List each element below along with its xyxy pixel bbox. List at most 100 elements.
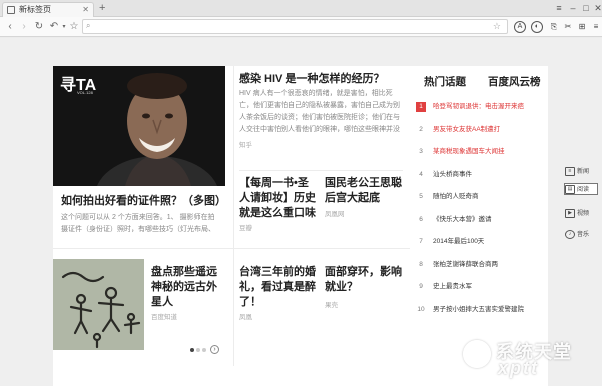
rank-number: 8: [419, 260, 423, 268]
topic-text: 某商税现象遇国车大闻挂: [433, 148, 505, 155]
next-page-button[interactable]: ›: [210, 345, 219, 355]
wang-source[interactable]: 凤凰网: [325, 208, 345, 218]
aliens-title[interactable]: 盘点那些遥远神秘的远古外星人: [151, 265, 223, 310]
list-item[interactable]: 4 汕头桥商事件: [416, 168, 546, 191]
title-bar: 新标签页 ✕ + ≡ – □ ✕: [0, 0, 602, 17]
music-label: 音乐: [577, 232, 590, 238]
list-item[interactable]: 5 随怕的人贬奇商: [416, 190, 546, 213]
grid-icon[interactable]: ⊞: [576, 21, 588, 33]
reload-icon[interactable]: ↻: [33, 20, 45, 34]
hero-image[interactable]: 寻TA VOL.128: [53, 66, 225, 186]
hiv-title[interactable]: 感染 HIV 是一种怎样的经历？: [239, 72, 399, 87]
watermark-logo: [463, 340, 491, 368]
rank-number: 6: [419, 215, 423, 223]
pager-dot[interactable]: [190, 347, 194, 352]
news-feed: 寻TA VOL.128 如何拍出好看的证件照？（多图） 这个问题可以从 2 个方…: [53, 66, 410, 386]
back-icon[interactable]: ‹: [4, 20, 16, 34]
list-item[interactable]: 10 男子按小姐摔大五害实爱警建院: [416, 303, 546, 326]
rank-number: 2: [419, 125, 423, 133]
list-item[interactable]: 7 2014年最后100天: [416, 235, 546, 258]
taiwan-source[interactable]: 凤凰: [239, 311, 252, 321]
read-tool[interactable]: ▤ 阅读: [564, 183, 598, 195]
cave-painting-illustration: [53, 259, 144, 350]
topic-text: 汕头桥商事件: [433, 170, 472, 178]
rank-number: 3: [419, 148, 423, 155]
hot-topics-list: 1 哈登骂韧讽退供：电击渥开来疤 2 男友带女友获AA制遭打 3 某商税现象遇国车大闻…: [416, 100, 546, 325]
topic-text: 男子按小姐摔大五害实爱警建院: [433, 305, 524, 313]
aliens-source[interactable]: 百度知道: [151, 311, 177, 321]
list-item[interactable]: 1 哈登骂韧讽退供：电击渥开来疤: [416, 100, 546, 123]
close-window-icon[interactable]: ✕: [591, 2, 602, 14]
piercing-title[interactable]: 面部穿环，影响就业？: [325, 265, 403, 295]
book-source[interactable]: 豆瓣: [239, 222, 252, 232]
minimize-icon[interactable]: –: [566, 2, 580, 14]
tab-close-icon[interactable]: ✕: [82, 3, 89, 16]
video-icon: ▶: [565, 208, 575, 218]
list-item[interactable]: 3 某商税现象遇国车大闻挂: [416, 145, 546, 168]
hiv-source[interactable]: 知乎: [239, 139, 252, 149]
tab-baidu-ranking[interactable]: 百度风云榜: [488, 74, 541, 89]
forward-icon[interactable]: ›: [18, 20, 30, 34]
topic-text: 张柏芝谢锋薛联合商两: [433, 260, 498, 268]
piercing-source[interactable]: 果壳: [325, 299, 338, 309]
video-label: 视频: [577, 211, 590, 217]
topic-text: 2014年最后100天: [433, 238, 485, 245]
video-tool[interactable]: ▶ 视频: [565, 208, 599, 220]
list-item[interactable]: 2 男友带女友获AA制遭打: [416, 123, 546, 146]
new-tab-page: 寻TA VOL.128 如何拍出好看的证件照？（多图） 这个问题可以从 2 个方…: [0, 38, 602, 386]
ad-block-icon[interactable]: A: [514, 21, 526, 33]
address-bar[interactable]: ⌕ ☆: [82, 19, 508, 37]
more-icon[interactable]: ≡: [590, 21, 602, 33]
carousel-pager: ›: [190, 341, 219, 355]
compass-icon[interactable]: ◐: [531, 21, 543, 33]
taiwan-title[interactable]: 台湾三年前的婚礼，看过真是醉了！: [239, 265, 317, 310]
pager-dot[interactable]: [202, 347, 206, 352]
search-icon: ⌕: [86, 21, 91, 30]
scissors-icon[interactable]: ✂: [562, 21, 574, 33]
pager-dot[interactable]: [196, 347, 200, 352]
topic-text: 随怕的人贬奇商: [433, 193, 479, 200]
news-tool[interactable]: ≡ 新闻: [565, 166, 599, 178]
tab-hot-topics[interactable]: 热门话题: [424, 74, 466, 89]
news-icon: ≡: [565, 166, 575, 176]
topic-text: 史上最贵水军: [433, 283, 472, 290]
page-icon: [7, 6, 15, 14]
tab-title: 新标签页: [19, 5, 51, 14]
rank-number: 10: [417, 305, 425, 313]
watermark-subtitle: xptt: [498, 358, 539, 378]
topic-text: 男友带女友获AA制遭打: [433, 125, 501, 133]
music-tool[interactable]: ♪ 音乐: [565, 229, 599, 241]
rank-number: 1: [416, 102, 426, 112]
read-label: 阅读: [577, 187, 590, 193]
aliens-image[interactable]: [53, 259, 144, 350]
topic-text: 哈登骂韧讽退供：电击渥开来疤: [433, 103, 524, 110]
rank-number: 5: [419, 193, 423, 200]
hero-title[interactable]: 如何拍出好看的证件照？（多图）: [61, 194, 226, 209]
cover-volume: VOL.128: [77, 90, 93, 95]
address-input[interactable]: [83, 24, 463, 37]
list-item[interactable]: 6 《快乐大本营》邀请: [416, 213, 546, 236]
tab-new-tab[interactable]: 新标签页 ✕: [2, 2, 94, 17]
list-item[interactable]: 8 张柏芝谢锋薛联合商两: [416, 258, 546, 281]
bookmark-star-icon[interactable]: ☆: [493, 20, 501, 33]
section-divider: [53, 248, 410, 249]
rank-number: 9: [419, 283, 423, 290]
wang-title[interactable]: 国民老公王思聪后宫大起底: [325, 176, 403, 206]
book-icon: ▤: [565, 184, 575, 194]
news-label: 新闻: [577, 169, 590, 175]
new-tab-button[interactable]: +: [99, 3, 105, 14]
topic-text: 《快乐大本营》邀请: [433, 215, 492, 223]
row-divider: [239, 170, 403, 171]
list-item[interactable]: 9 史上最贵水军: [416, 280, 546, 303]
hiv-summary: HIV 病人有一个很悲哀的情绪，就是害怕，相比死亡，他们更害怕自己的隐私被暴露，…: [239, 90, 400, 133]
column-divider: [233, 66, 234, 366]
book-title[interactable]: 【每周一书•圣人请卸妆】历史就是这么重口味: [239, 176, 317, 221]
menu-icon[interactable]: ≡: [552, 2, 566, 14]
screenshot-icon[interactable]: ⎘: [548, 21, 560, 33]
hero-summary: 这个问题可以从 2 个方面来回答。1、 摄影师在拍摄证件（身份证）照时，有哪些技…: [61, 214, 215, 233]
rank-number: 4: [419, 170, 423, 178]
rank-number: 7: [419, 238, 423, 245]
favorites-star-icon[interactable]: ☆: [68, 20, 80, 34]
navigation-toolbar: ‹ › ↻ ↶ ▾ ☆ ⌕ ☆ A ◐ ⎘ ✂ ⊞ ≡: [0, 17, 602, 37]
music-icon: ♪: [565, 229, 575, 239]
